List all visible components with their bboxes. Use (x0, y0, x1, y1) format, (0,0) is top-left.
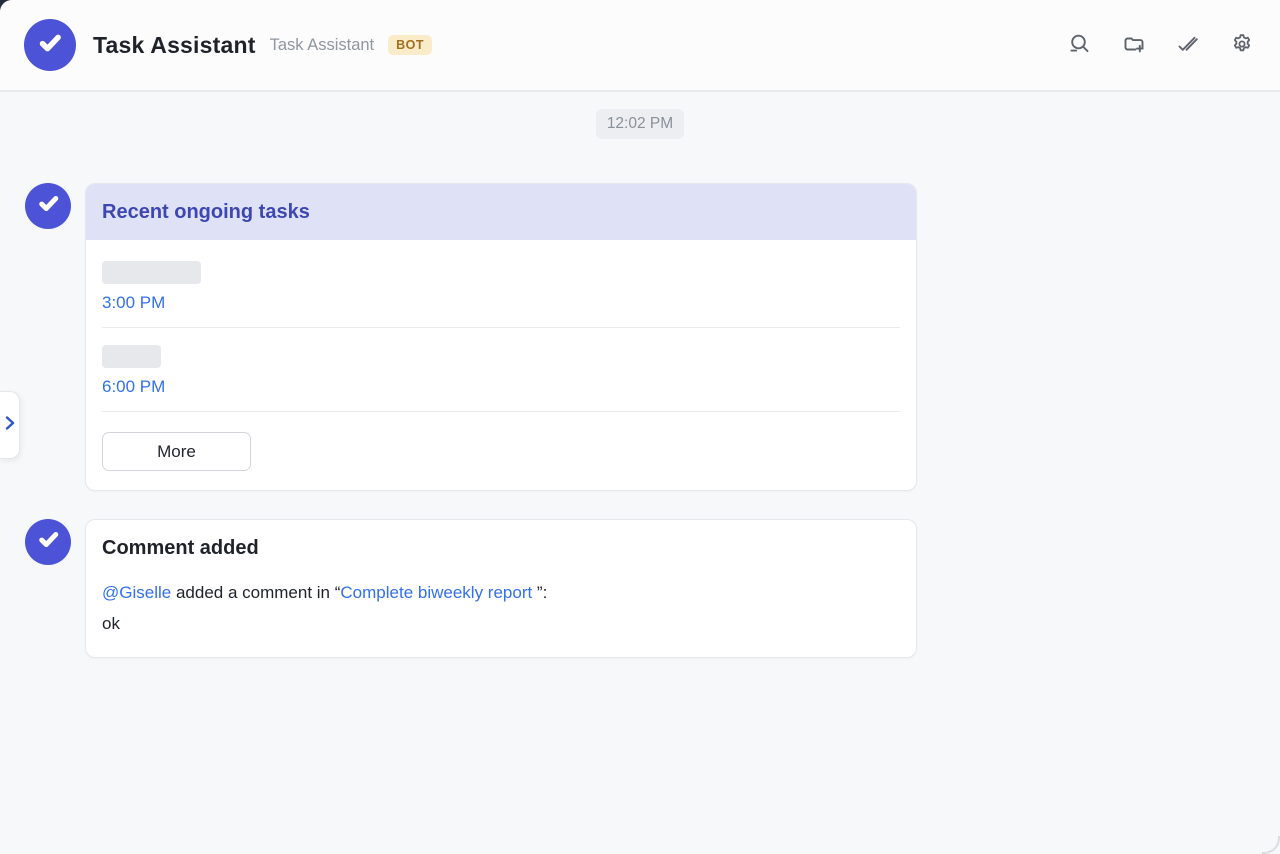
comment-line: @Giselle added a comment in “Complete bi… (102, 581, 900, 605)
settings-button[interactable] (1226, 29, 1258, 61)
chat-title: Task Assistant (93, 32, 256, 59)
new-tab-icon (1122, 32, 1146, 59)
task-due-time-link[interactable]: 3:00 PM (102, 293, 165, 313)
task-title-link[interactable]: Complete biweekly report (340, 583, 532, 602)
task-check-icon (35, 28, 65, 63)
more-button[interactable]: More (102, 432, 251, 471)
comment-card-title: Comment added (102, 537, 900, 560)
task-item: 3:00 PM (102, 261, 900, 328)
bot-avatar[interactable] (25, 183, 71, 229)
window-corner (1262, 836, 1280, 854)
tasks-card: Recent ongoing tasks 3:00 PM 6:00 PM Mor… (85, 183, 917, 491)
new-tab-button[interactable] (1118, 29, 1150, 61)
task-check-icon (35, 526, 62, 558)
comment-body-text: ok (102, 612, 900, 636)
comment-text-before: added a comment in “ (171, 583, 340, 602)
task-check-icon (35, 190, 62, 222)
divider (102, 327, 900, 328)
task-name-skeleton (102, 261, 201, 284)
chat-header: Task Assistant Task Assistant BOT (0, 0, 1280, 92)
bot-avatar[interactable] (24, 19, 76, 71)
header-actions (1064, 29, 1258, 61)
timestamp: 12:02 PM (596, 109, 684, 139)
settings-icon (1230, 32, 1254, 59)
tasks-card-header: Recent ongoing tasks (86, 184, 916, 240)
task-item: 6:00 PM (102, 345, 900, 412)
search-button[interactable] (1064, 29, 1096, 61)
chevron-right-icon (5, 416, 15, 435)
divider (102, 411, 900, 412)
mention-link[interactable]: @Giselle (102, 583, 171, 602)
tasks-card-body: 3:00 PM 6:00 PM More (86, 261, 916, 471)
mark-all-read-button[interactable] (1172, 29, 1204, 61)
search-icon (1068, 32, 1092, 59)
comment-card: Comment added @Giselle added a comment i… (85, 519, 917, 658)
task-assistant-window: Task Assistant Task Assistant BOT (0, 0, 1280, 854)
chat-subtitle: Task Assistant (270, 36, 375, 55)
comment-text-after: ”: (532, 583, 547, 602)
bot-badge: BOT (388, 35, 432, 55)
tasks-card-title: Recent ongoing tasks (102, 201, 310, 223)
chat-area: 12:02 PM Recent ongoing tasks 3:00 PM (0, 92, 1280, 658)
message-tasks: Recent ongoing tasks 3:00 PM 6:00 PM Mor… (0, 183, 1280, 491)
task-name-skeleton (102, 345, 161, 368)
bot-avatar[interactable] (25, 519, 71, 565)
task-due-time-link[interactable]: 6:00 PM (102, 377, 165, 397)
mark-all-read-icon (1176, 32, 1200, 59)
sidebar-expand-handle[interactable] (0, 391, 20, 459)
message-comment: Comment added @Giselle added a comment i… (0, 519, 1280, 658)
